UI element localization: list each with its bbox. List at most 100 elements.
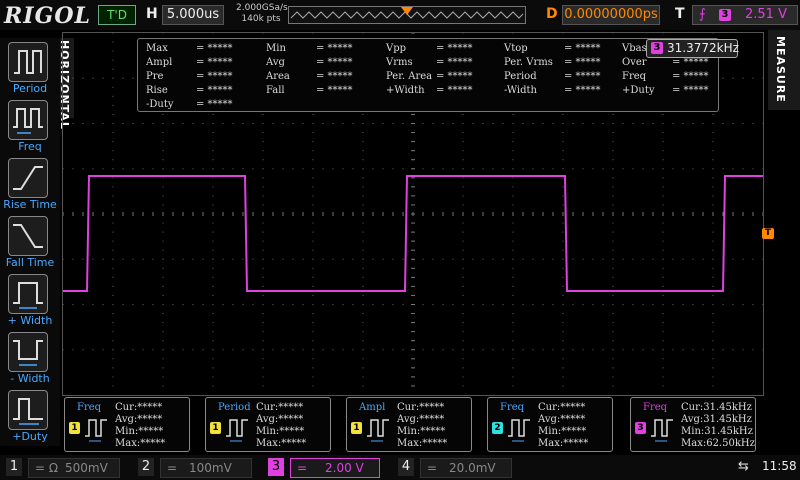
measure-item-title: Freq: [500, 402, 525, 413]
negative-width-button[interactable]: [8, 332, 48, 372]
measure-value: = *****: [564, 57, 601, 68]
clock: 11:58: [762, 459, 797, 473]
usb-icon: ⇆: [738, 459, 749, 474]
measure-item-ampl[interactable]: Ampl 1 Cur:***** Avg:***** Min:***** Max:****…: [346, 397, 472, 452]
measure-item-freq[interactable]: Freq 1 Cur:***** Avg:***** Min:***** Max:****…: [64, 397, 190, 452]
measure-name: Min: [266, 43, 286, 54]
freq-button[interactable]: [8, 100, 48, 140]
measure-max: Max:*****: [397, 438, 448, 449]
measure-name: +Duty: [622, 85, 655, 96]
measure-max: Max:62.50kHz: [681, 438, 755, 449]
period-button[interactable]: [8, 42, 48, 82]
rise-time-button[interactable]: [8, 158, 48, 198]
channel-2-value: 100mV: [189, 461, 232, 475]
measure-min: Min:*****: [256, 426, 305, 437]
measure-cur: Cur:*****: [538, 402, 586, 413]
channel-3-number[interactable]: 3: [268, 458, 284, 476]
measure-value: = *****: [436, 57, 473, 68]
measure-value: = *****: [196, 99, 233, 110]
memory-waveform-icon: [290, 7, 524, 19]
measure-value: = *****: [436, 71, 473, 82]
timebase-value[interactable]: 5.000us: [162, 5, 224, 25]
fall-time-label: Fall Time: [5, 256, 55, 269]
measure-cur: Cur:*****: [115, 402, 163, 413]
frequency-icon: [13, 108, 43, 134]
positive-width-button[interactable]: [8, 274, 48, 314]
channel-2-scale[interactable]: = 100mV: [160, 458, 252, 478]
fall-time-button[interactable]: [8, 216, 48, 256]
memory-position-bar[interactable]: [288, 6, 526, 24]
period-icon: [14, 50, 42, 74]
channel-1-number[interactable]: 1: [6, 458, 22, 476]
negative-width-label: - Width: [10, 372, 50, 385]
positive-duty-label: +Duty: [12, 430, 48, 443]
frequency-counter[interactable]: 3 31.3772kHz: [646, 39, 739, 58]
measure-channel-badge: 2: [492, 422, 503, 434]
measure-name: Vrms: [386, 57, 413, 68]
measure-name: Vpp: [386, 43, 407, 54]
measure-avg: Avg:31.45kHz: [681, 414, 752, 425]
measure-value: = *****: [564, 43, 601, 54]
measure-min: Min:31.45kHz: [681, 426, 753, 437]
channel-1-coupling: = Ω: [35, 461, 59, 475]
horizontal-label: H: [146, 6, 158, 22]
channel-3-value: 2.00 V: [325, 461, 364, 475]
measure-max: Max:*****: [115, 438, 166, 449]
measure-name: +Width: [386, 85, 425, 96]
measure-value: = *****: [672, 57, 709, 68]
measure-max: Max:*****: [256, 438, 307, 449]
measure-item-title: Ampl: [359, 402, 386, 413]
measure-value: = *****: [196, 85, 233, 96]
measure-item-freq[interactable]: Freq 3 Cur:31.45kHz Avg:31.45kHz Min:31.45kH…: [630, 397, 756, 452]
channel-2-number[interactable]: 2: [138, 458, 154, 476]
measure-type-icon: [226, 419, 248, 442]
positive-duty-button[interactable]: [8, 390, 48, 430]
measure-value: = *****: [196, 57, 233, 68]
measure-value: = *****: [316, 43, 353, 54]
measure-value: = *****: [436, 43, 473, 54]
measure-value: = *****: [564, 85, 601, 96]
measure-type-icon: [367, 419, 389, 442]
measure-cur: Cur:*****: [397, 402, 445, 413]
fall-time-icon: [13, 224, 43, 248]
measure-name: Area: [266, 71, 290, 82]
run-status-badge[interactable]: T'D: [98, 5, 136, 25]
measure-cur: Cur:31.45kHz: [681, 402, 752, 413]
measure-item-period[interactable]: Period 1 Cur:***** Avg:***** Min:***** Max:**…: [205, 397, 331, 452]
measure-avg: Avg:*****: [397, 414, 445, 425]
delay-label: D: [546, 6, 558, 22]
trigger-level: 2.51 V: [745, 7, 787, 22]
trigger-level-marker[interactable]: T: [762, 228, 774, 239]
measure-value: = *****: [196, 43, 233, 54]
positive-width-label: + Width: [7, 314, 53, 327]
measure-min: Min:*****: [115, 426, 164, 437]
counter-value: 31.3772kHz: [667, 41, 739, 55]
measure-value: = *****: [316, 85, 353, 96]
memory-depth: 140k pts: [241, 14, 281, 24]
measure-tab-label: MEASURE: [774, 36, 787, 103]
trigger-channel-badge: 3: [719, 9, 731, 21]
measure-name: -Duty: [146, 99, 174, 110]
channel-4-scale[interactable]: = 20.0mV: [420, 458, 512, 478]
counter-channel-badge: 3: [651, 42, 663, 54]
channel-4-number[interactable]: 4: [398, 458, 414, 476]
channel-3-scale[interactable]: = 2.00 V: [290, 458, 380, 478]
sample-rate: 2.000GSa/s: [236, 3, 288, 13]
measure-cur: Cur:*****: [256, 402, 304, 413]
channel-2-coupling: =: [167, 461, 178, 475]
channel-3-coupling: =: [297, 461, 308, 475]
measure-item-freq[interactable]: Freq 2 Cur:***** Avg:***** Min:***** Max:****…: [487, 397, 613, 452]
measure-name: Ampl: [146, 57, 173, 68]
measure-name: Vtop: [504, 43, 528, 54]
freq-label: Freq: [18, 140, 42, 153]
measure-type-icon: [85, 419, 107, 442]
delay-value[interactable]: 0.00000000ps: [562, 5, 660, 25]
measure-value: = *****: [316, 57, 353, 68]
measure-name: Fall: [266, 85, 285, 96]
measure-value: = *****: [316, 71, 353, 82]
channel-1-scale[interactable]: = Ω 500mV: [28, 458, 120, 478]
trigger-setting[interactable]: ⨍ 3 2.51 V: [692, 5, 798, 25]
measure-min: Min:*****: [538, 426, 587, 437]
positive-duty-icon: [13, 398, 43, 425]
measure-item-title: Freq: [643, 402, 668, 413]
